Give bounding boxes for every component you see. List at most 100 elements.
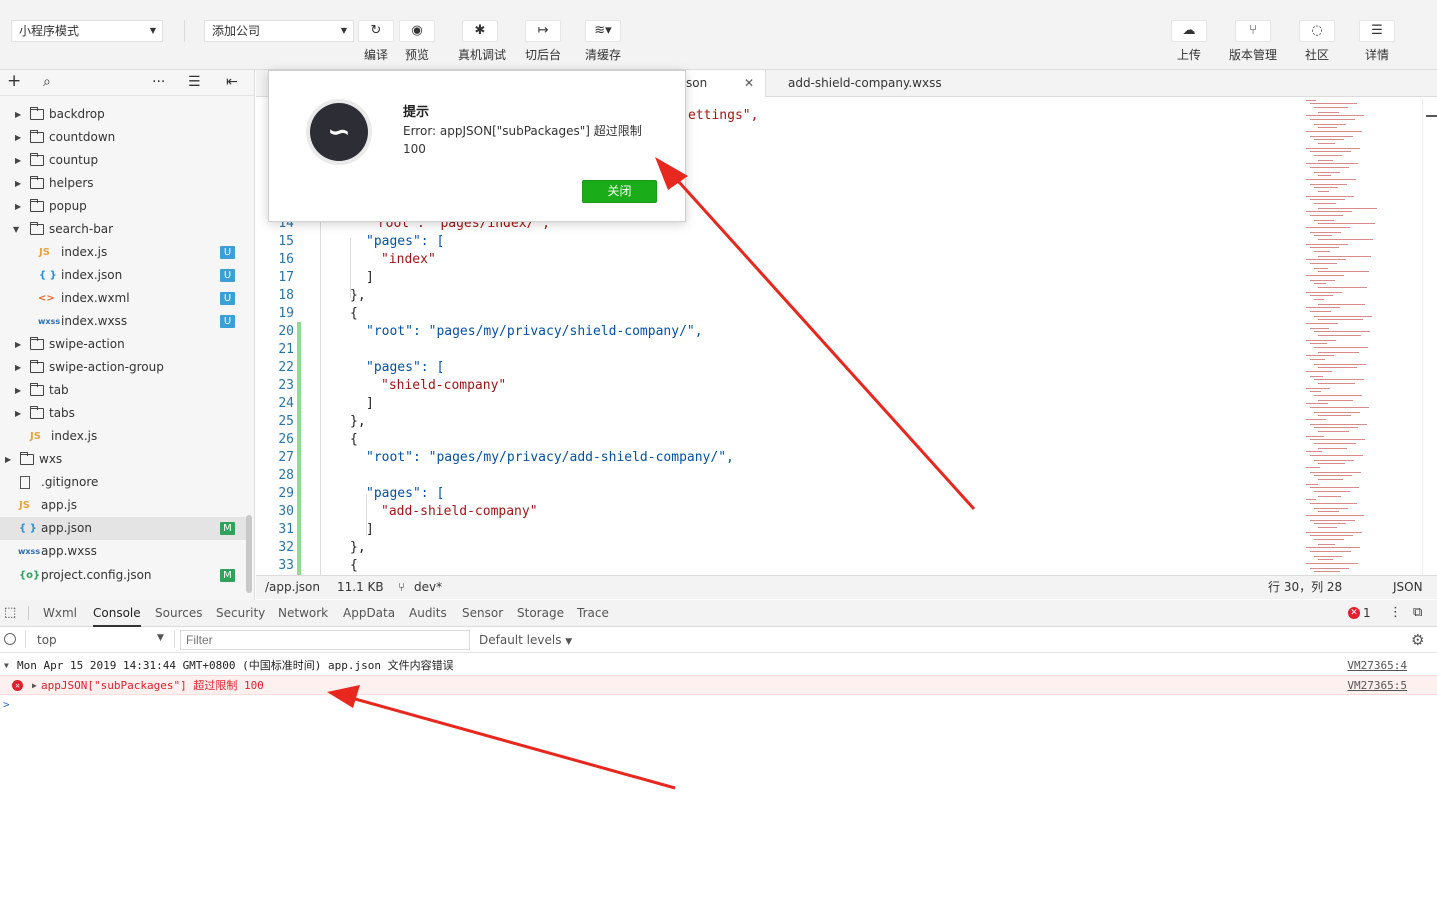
tree-item[interactable]: ▶ countdown — [0, 126, 248, 149]
tab-network[interactable]: Network — [278, 600, 328, 627]
editor-scrollbar[interactable] — [1422, 98, 1437, 575]
tree-item[interactable]: JS index.js — [0, 425, 248, 448]
tree-item[interactable]: ▶ swipe-action-group — [0, 356, 248, 379]
split-icon[interactable]: ⇤ — [226, 74, 238, 90]
clear-cache-button[interactable]: ≋▾ 清缓存 — [583, 20, 623, 63]
tab-storage[interactable]: Storage — [517, 600, 564, 627]
tree-item[interactable]: .gitignore — [0, 471, 248, 494]
compile-button[interactable]: ↻ 编译 — [356, 20, 396, 63]
more-icon[interactable]: ··· — [152, 74, 165, 90]
tree-item[interactable]: ▶ tab — [0, 379, 248, 402]
collapse-icon[interactable]: ☰ — [188, 74, 201, 90]
tree-item[interactable]: wxss index.wxss U — [0, 310, 248, 333]
js-file-icon: JS — [19, 500, 30, 511]
console-prompt[interactable]: > — [0, 695, 1437, 715]
community-button[interactable]: ◌ 社区 — [1297, 20, 1337, 63]
cursor-position[interactable]: 行 30，列 28 — [1268, 576, 1342, 599]
tree-item[interactable]: {o} project.config.json M — [0, 564, 248, 587]
minimap-line — [1314, 172, 1340, 173]
switch-background-button[interactable]: ↦ 切后台 — [523, 20, 563, 63]
code-minimap[interactable] — [1301, 98, 1421, 575]
json-file-icon: { } — [39, 270, 57, 281]
minimap-line — [1306, 307, 1340, 308]
clear-console-icon[interactable] — [4, 633, 16, 645]
tree-label: swipe-action-group — [49, 360, 164, 374]
inspect-element-icon[interactable]: ⬚ — [4, 605, 16, 620]
tree-item[interactable]: JS index.js U — [0, 241, 248, 264]
minimap-line — [1306, 436, 1324, 437]
tab-appdata[interactable]: AppData — [343, 600, 395, 627]
tab-wxml[interactable]: Wxml — [43, 600, 77, 627]
tree-item[interactable]: JS app.js — [0, 494, 248, 517]
tree-item[interactable]: ▶ countup — [0, 149, 248, 172]
source-link[interactable]: VM27365:5 — [1347, 676, 1407, 696]
tree-item-selected[interactable]: { } app.json M — [0, 517, 248, 540]
gear-icon[interactable]: ⚙ — [1411, 631, 1424, 649]
tree-item[interactable]: ▶ swipe-action — [0, 333, 248, 356]
tab-security[interactable]: Security — [216, 600, 265, 627]
tab-sources[interactable]: Sources — [155, 600, 202, 627]
minimap-line — [1310, 535, 1353, 536]
compile-select[interactable]: 添加公司 ▼ — [204, 20, 354, 42]
minimap-line — [1310, 343, 1327, 344]
mode-select[interactable]: 小程序模式 ▼ — [11, 20, 163, 42]
source-link[interactable]: VM27365:4 — [1347, 656, 1407, 676]
tree-item[interactable]: ▼ search-bar — [0, 218, 248, 241]
tab-sensor[interactable]: Sensor — [462, 600, 503, 627]
levels-select[interactable]: Default levels ▼ — [479, 633, 572, 647]
tree-label: app.js — [41, 498, 77, 512]
tab-add-shield-company-wxss[interactable]: add-shield-company.wxss — [778, 70, 952, 97]
close-icon[interactable]: ✕ — [744, 70, 754, 97]
minimap-line — [1314, 460, 1354, 461]
tree-item[interactable]: wxss app.wxss — [0, 540, 248, 563]
minimap-line — [1310, 119, 1355, 120]
context-select[interactable]: top ▼ — [31, 630, 168, 650]
message-text: appJSON["subPackages"] 超过限制 100 — [41, 679, 264, 692]
folder-icon — [30, 199, 44, 212]
version-manage-button[interactable]: ⑂ 版本管理 — [1228, 20, 1278, 63]
minimap-line — [1314, 268, 1328, 269]
tab-app-json[interactable]: son ✕ — [676, 70, 766, 97]
file-path: /app.json — [265, 580, 320, 594]
remote-debug-button[interactable]: ✱ 真机调试 — [458, 20, 506, 63]
preview-button[interactable]: ◉ 预览 — [397, 20, 437, 63]
tab-trace[interactable]: Trace — [577, 600, 609, 627]
details-button[interactable]: ☰ 详情 — [1357, 20, 1397, 63]
filter-input[interactable] — [180, 630, 470, 650]
mode-select-value: 小程序模式 — [19, 24, 80, 38]
tree-item[interactable]: ▶ helpers — [0, 172, 248, 195]
error-count[interactable]: 1 — [1363, 606, 1371, 620]
close-button[interactable]: 关闭 — [582, 180, 657, 203]
undock-icon[interactable]: ⧉ — [1413, 605, 1422, 620]
add-icon[interactable]: + — [7, 71, 21, 91]
expand-arrow-icon[interactable]: ▶ — [32, 676, 37, 696]
search-icon[interactable]: ⌕ — [43, 74, 51, 90]
git-branch[interactable]: dev* — [414, 576, 442, 599]
expand-arrow-icon: ▶ — [15, 409, 22, 418]
collapse-arrow-icon[interactable]: ▼ — [4, 656, 9, 676]
minimap-line — [1310, 184, 1347, 185]
sidebar-scrollbar[interactable] — [246, 515, 252, 593]
tab-audits[interactable]: Audits — [409, 600, 447, 627]
indent-guide — [320, 218, 321, 575]
language-mode[interactable]: JSON — [1393, 576, 1423, 599]
minimap-line — [1314, 556, 1342, 557]
tree-item[interactable]: ▶ tabs — [0, 402, 248, 425]
minimap-line — [1306, 196, 1354, 197]
tree-item[interactable]: { } index.json U — [0, 264, 248, 287]
tree-item[interactable]: ▶ wxs — [0, 448, 248, 471]
minimap-line — [1310, 503, 1357, 504]
code-line: }, — [350, 288, 366, 303]
chevron-down-icon: ▼ — [565, 637, 573, 647]
chevron-down-icon: ▼ — [149, 26, 156, 35]
tree-item[interactable]: ▶ popup — [0, 195, 248, 218]
minimap-line — [1314, 155, 1342, 156]
tab-console[interactable]: Console — [93, 600, 141, 627]
tree-item[interactable]: ▶ backdrop — [0, 103, 248, 126]
tree-label: index.json — [61, 268, 123, 282]
upload-button[interactable]: ☁ 上传 — [1169, 20, 1209, 63]
more-vertical-icon[interactable]: ⋮ — [1389, 605, 1402, 620]
file-size: 11.1 KB — [337, 580, 384, 594]
minimap-line — [1310, 472, 1361, 473]
tree-item[interactable]: <> index.wxml U — [0, 287, 248, 310]
